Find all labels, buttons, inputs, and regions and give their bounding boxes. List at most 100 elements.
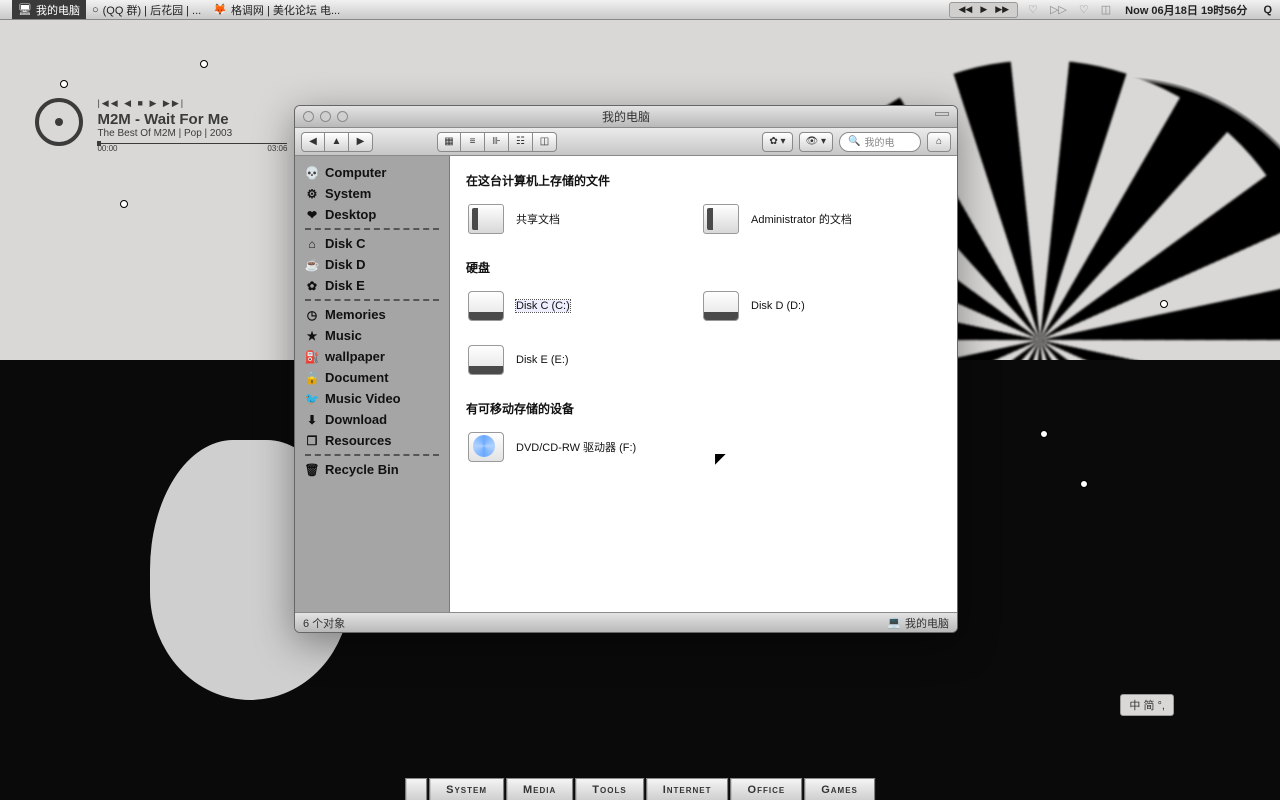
sidebar-item-resources[interactable]: ❒ Resources [299,430,445,451]
file-item[interactable]: DVD/CD-RW 驱动器 (F:) [466,427,701,467]
sidebar-item-download[interactable]: ⬇Download [299,409,445,430]
forward-icon[interactable]: ▷▷ [1050,3,1067,16]
dock-button-office[interactable]: Office [731,778,803,800]
heart-icon-2[interactable]: ♡ [1079,3,1089,16]
sidebar-item-disk-d[interactable]: ☕ Disk D [299,254,445,275]
toolbar: ◀ ▲ ▶ ▦ ≡ ⊪ ☷ ◫ ✿ ▾ 👁 ▾ 🔍我的电 ⌂ [295,128,957,156]
sidebar-separator [305,299,439,301]
dock-button-games[interactable]: Games [804,778,875,800]
spotlight-icon[interactable]: Q [1263,4,1272,16]
sidebar-item-disk-c[interactable]: ⌂Disk C [299,233,445,254]
taskbar-item-label: (QQ 群) | 后花园 | ... [103,2,202,18]
sidebar-icon: 🗑 [305,463,319,477]
sidebar-item-label: Disk D [325,257,365,272]
sidebar-item-music-video[interactable]: 🐦Music Video [299,388,445,409]
sidebar-item-label: Resources [325,433,391,448]
music-widget: |◀◀ ◀ ■ ▶ ▶▶| M2M - Wait For Me The Best… [35,98,305,153]
window-title: 我的电脑 [295,108,957,125]
sidebar-item-computer[interactable]: 💀Computer [299,162,445,183]
search-input[interactable]: 🔍我的电 [839,132,921,152]
sidebar-item-wallpaper[interactable]: ⛽wallpaper [299,346,445,367]
sidebar-icon: ❒ [305,434,319,448]
dock-button-tools[interactable]: Tools [575,778,643,800]
search-icon: 🔍 [848,136,860,147]
media-controls[interactable]: ◀◀ ▶ ▶▶ [949,2,1018,18]
sidebar-item-desktop[interactable]: ❤Desktop [299,204,445,225]
status-left: 6 个对象 [303,615,345,631]
file-item[interactable]: Disk C (C:) [466,286,701,326]
shield-icon[interactable]: ◫ [1101,3,1111,16]
sidebar-item-label: wallpaper [325,349,385,364]
track-title: M2M - Wait For Me [97,111,287,128]
sidebar-item-system[interactable]: ⚙System [299,183,445,204]
taskbar-item[interactable]: 🖥我的电脑 [12,0,86,19]
music-controls[interactable]: |◀◀ ◀ ■ ▶ ▶▶| [97,98,287,109]
progress-bar[interactable] [97,143,287,144]
file-item-label: Disk C (C:) [516,300,570,312]
sidebar-item-label: System [325,186,371,201]
prev-icon[interactable]: ◀◀ [958,4,972,15]
dock-button-internet[interactable]: Internet [646,778,729,800]
column-view-button[interactable]: ⊪ [485,132,509,152]
file-item-label: Administrator 的文档 [751,211,852,227]
sidebar-item-label: Music [325,328,362,343]
time-total: 03:06 [267,144,287,153]
album-disc-icon [35,98,83,146]
sidebar: 💀Computer⚙System❤Desktop ⌂Disk C ☕ Disk D ✿D… [295,156,450,612]
dock-apple-button[interactable] [405,778,427,800]
drive-icon [701,286,741,326]
coverflow-view-button[interactable]: ◫ [533,132,557,152]
taskbar-item[interactable]: 🦊格调网 | 美化论坛 电... [207,0,346,19]
drive-icon [466,286,506,326]
heart-icon[interactable]: ♡ [1028,3,1038,16]
action-button[interactable]: ✿ ▾ [762,132,792,152]
finder-window: 我的电脑 ◀ ▲ ▶ ▦ ≡ ⊪ ☷ ◫ ✿ ▾ 👁 ▾ 🔍我的电 ⌂ 💀Com… [294,105,958,633]
file-item[interactable]: Administrator 的文档 [701,199,936,239]
sidebar-item-music[interactable]: ★Music [299,325,445,346]
track-subtitle: The Best Of M2M | Pop | 2003 [97,128,287,139]
ime-indicator[interactable]: 中 简 °, [1120,694,1174,716]
sidebar-item-label: Recycle Bin [325,462,399,477]
firefox-icon: 🦊 [213,3,227,16]
file-item[interactable]: Disk D (D:) [701,286,936,326]
chat-icon: ○ [92,4,99,16]
computer-icon: 💻 [887,616,901,629]
section-header: 有可移动存储的设备 [466,400,941,417]
taskbar-item[interactable]: ○ (QQ 群) | 后花园 | ... [86,0,207,19]
section-header: 在这台计算机上存储的文件 [466,172,941,189]
titlebar[interactable]: 我的电脑 [295,106,957,128]
statusbar: 6 个对象 💻我的电脑 [295,612,957,632]
quicklook-button[interactable]: 👁 ▾ [799,132,834,152]
back-button[interactable]: ◀ [301,132,325,152]
detail-view-button[interactable]: ☷ [509,132,533,152]
sidebar-icon: ☕ [305,258,319,272]
content-area: 在这台计算机上存储的文件共享文档Administrator 的文档硬盘Disk … [450,156,957,612]
collapse-button[interactable] [935,112,949,116]
sidebar-item-disk-e[interactable]: ✿Disk E [299,275,445,296]
play-icon[interactable]: ▶ [980,4,987,15]
sidebar-item-document[interactable]: 🔒Document [299,367,445,388]
dock-button-system[interactable]: System [429,778,504,800]
monitor-icon: 🖥 [18,3,32,16]
nav-buttons: ◀ ▲ ▶ [301,132,373,152]
sidebar-item-recycle-bin[interactable]: 🗑 Recycle Bin [299,459,445,480]
file-item[interactable]: Disk E (E:) [466,340,701,380]
forward-button[interactable]: ▶ [349,132,373,152]
sidebar-item-label: Disk C [325,236,365,251]
sidebar-item-label: Document [325,370,389,385]
sidebar-separator [305,454,439,456]
up-button[interactable]: ▲ [325,132,349,152]
next-icon[interactable]: ▶▶ [995,4,1009,15]
apple-menu[interactable] [0,0,12,19]
list-view-button[interactable]: ≡ [461,132,485,152]
sidebar-item-label: Download [325,412,387,427]
icon-view-button[interactable]: ▦ [437,132,461,152]
sidebar-item-label: Disk E [325,278,365,293]
file-item[interactable]: 共享文档 [466,199,701,239]
dock-button-media[interactable]: Media [506,778,573,800]
sidebar-icon: 💀 [305,166,319,180]
home-button[interactable]: ⌂ [927,132,951,152]
section-row: Disk C (C:) Disk D (D:)Disk E (E:) [466,286,941,394]
sidebar-item-memories[interactable]: ◷Memories [299,304,445,325]
sidebar-icon: ◷ [305,308,319,322]
